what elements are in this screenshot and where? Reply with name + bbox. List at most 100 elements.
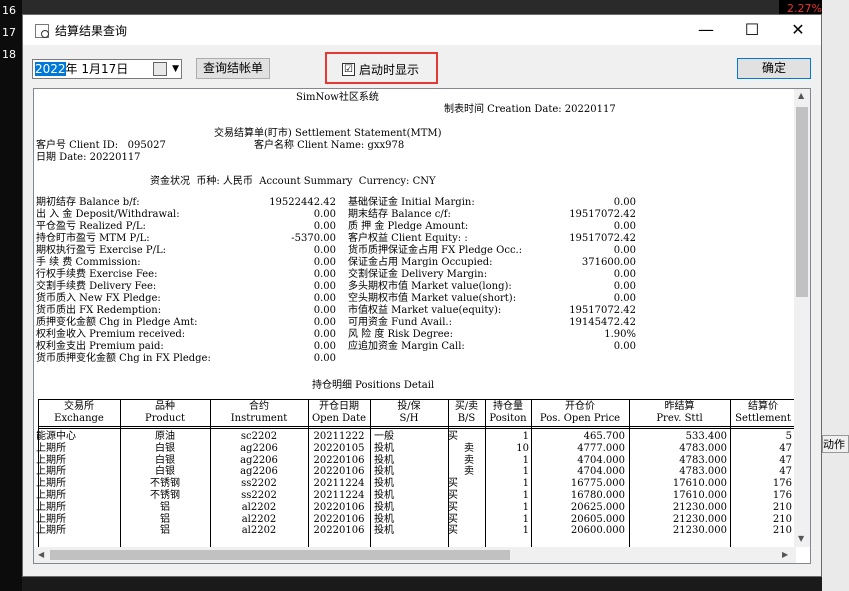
table-cell: 1 [522, 466, 529, 477]
table-cell: 21230.000 [672, 502, 727, 513]
column-header-cn: 买/卖 [454, 401, 479, 412]
bg-num: 17 [2, 26, 16, 39]
summary-label: 期初结存 Balance b/f: [36, 197, 140, 208]
background-action-button[interactable]: 动作 [822, 435, 849, 453]
summary-label: 空头期权市值 Market value(short): [348, 293, 517, 304]
scroll-left-icon[interactable]: ◀ [38, 550, 44, 559]
maximize-button[interactable]: ☐ [729, 15, 775, 45]
summary-label: 货币质押变化金额 Chg in FX Pledge: [36, 353, 211, 364]
show-on-start-label[interactable]: 启动时显示 [359, 61, 419, 78]
date-month-day[interactable]: 年 1月17日 [66, 62, 129, 76]
table-cell: 4783.000 [679, 466, 727, 477]
vertical-scrollbar[interactable]: ▲ ▼ [794, 89, 810, 547]
bg-num: 16 [2, 4, 16, 17]
table-cell: 20220106 [313, 514, 365, 525]
table-cell: 1 [522, 478, 529, 489]
report-client-id: 客户号 Client ID: 095027 [36, 140, 166, 151]
background-right-panel [822, 0, 849, 591]
table-cell: 4783.000 [679, 455, 727, 466]
table-cell: 17610.000 [672, 478, 727, 489]
summary-label: 多头期权市值 Market value(long): [348, 281, 512, 292]
table-cell: 卖 [464, 443, 474, 454]
scroll-down-icon[interactable]: ▼ [798, 534, 804, 543]
summary-label: 质押变化金额 Chg in Pledge Amt: [36, 317, 198, 328]
table-cell: 买 [448, 478, 458, 489]
summary-label: 货币质入 New FX Pledge: [36, 293, 161, 304]
summary-value: 19145472.42 [569, 317, 636, 328]
toolbar: 2022年 1月17日 ▼ 查询结帐单 ☑ 启动时显示 确定 [23, 45, 821, 85]
summary-value: 0.00 [313, 209, 336, 220]
ok-button[interactable]: 确定 [737, 58, 811, 79]
horizontal-scrollbar[interactable]: ◀ ▶ [34, 547, 796, 563]
report-content: SimNow社区系统 制表时间 Creation Date: 20220117 … [34, 89, 796, 547]
table-cell: 1 [522, 455, 529, 466]
search-document-icon [35, 24, 49, 38]
table-cell: 10 [516, 443, 529, 454]
table-cell: 20211224 [313, 490, 365, 501]
table-cell: 原油 [155, 431, 175, 442]
table-cell: 投机 [374, 455, 394, 466]
chevron-down-icon[interactable]: ▼ [172, 60, 179, 78]
scroll-up-icon[interactable]: ▲ [798, 91, 804, 100]
summary-value: -5370.00 [291, 233, 336, 244]
date-picker[interactable]: 2022年 1月17日 ▼ [32, 59, 182, 79]
summary-label: 货币质出 FX Redemption: [36, 305, 162, 316]
column-header-en: Open Date [311, 413, 367, 424]
column-header-en: Exchange [54, 413, 104, 424]
column-header-en: Positon [489, 413, 527, 424]
table-cell: 210 [772, 514, 792, 525]
calendar-icon[interactable] [153, 62, 167, 76]
summary-label: 行权手续费 Exercise Fee: [36, 269, 158, 280]
column-header-cn: 开仓日期 [319, 401, 359, 412]
table-cell: 47 [779, 455, 792, 466]
table-cell: 4704.000 [577, 455, 625, 466]
table-cell: 白银 [155, 455, 175, 466]
table-cell: 47 [779, 466, 792, 477]
table-cell: 1 [522, 514, 529, 525]
date-year[interactable]: 2022 [35, 62, 66, 76]
table-cell: 投机 [374, 502, 394, 513]
table-cell: 不锈钢 [150, 478, 180, 489]
summary-label: 客户权益 Client Equity: : [348, 233, 468, 244]
table-cell: 上期所 [36, 514, 66, 525]
summary-label: 平仓盈亏 Realized P/L: [36, 221, 146, 232]
table-cell: 买 [448, 431, 458, 442]
table-cell: 465.700 [583, 431, 625, 442]
scroll-right-icon[interactable]: ▶ [782, 550, 788, 559]
table-cell: 176 [772, 490, 792, 501]
summary-label: 应追加资金 Margin Call: [348, 341, 465, 352]
minimize-button[interactable]: — [683, 15, 729, 45]
column-header-en: Prev. Sttl [656, 413, 703, 424]
table-cell: 白银 [155, 466, 175, 477]
close-button[interactable]: ✕ [775, 15, 821, 45]
summary-value: 19517072.42 [569, 233, 636, 244]
summary-value: 1.90% [604, 329, 636, 340]
summary-label: 可用资金 Fund Avail.: [348, 317, 452, 328]
table-cell: 5 [785, 431, 792, 442]
table-cell: 533.400 [685, 431, 727, 442]
table-cell: 投机 [374, 525, 394, 536]
show-on-start-checkbox[interactable]: ☑ [342, 63, 355, 76]
table-cell: 上期所 [36, 455, 66, 466]
report-system-name: SimNow社区系统 [296, 92, 379, 103]
column-header-cn: 结算价 [748, 401, 778, 412]
table-cell: 1 [522, 502, 529, 513]
background-app-bar [0, 0, 849, 14]
summary-value: 19522442.42 [269, 197, 336, 208]
column-header-en: Pos. Open Price [539, 413, 621, 424]
table-cell: 1 [522, 490, 529, 501]
column-header-cn: 昨结算 [664, 401, 695, 412]
summary-value: 0.00 [313, 293, 336, 304]
horizontal-scroll-thumb[interactable] [50, 550, 510, 560]
vertical-scroll-thumb[interactable] [796, 107, 808, 297]
query-statement-button[interactable]: 查询结帐单 [196, 58, 270, 79]
table-cell: 4704.000 [577, 466, 625, 477]
table-cell: 20625.000 [570, 502, 625, 513]
table-cell: 210 [772, 525, 792, 536]
summary-label: 手 续 费 Commission: [36, 257, 141, 268]
table-cell: 铝 [160, 502, 170, 513]
table-cell: 20211224 [313, 478, 365, 489]
summary-value: 0.00 [313, 221, 336, 232]
table-cell: 1 [522, 431, 529, 442]
column-header-cn: 合约 [249, 401, 269, 412]
